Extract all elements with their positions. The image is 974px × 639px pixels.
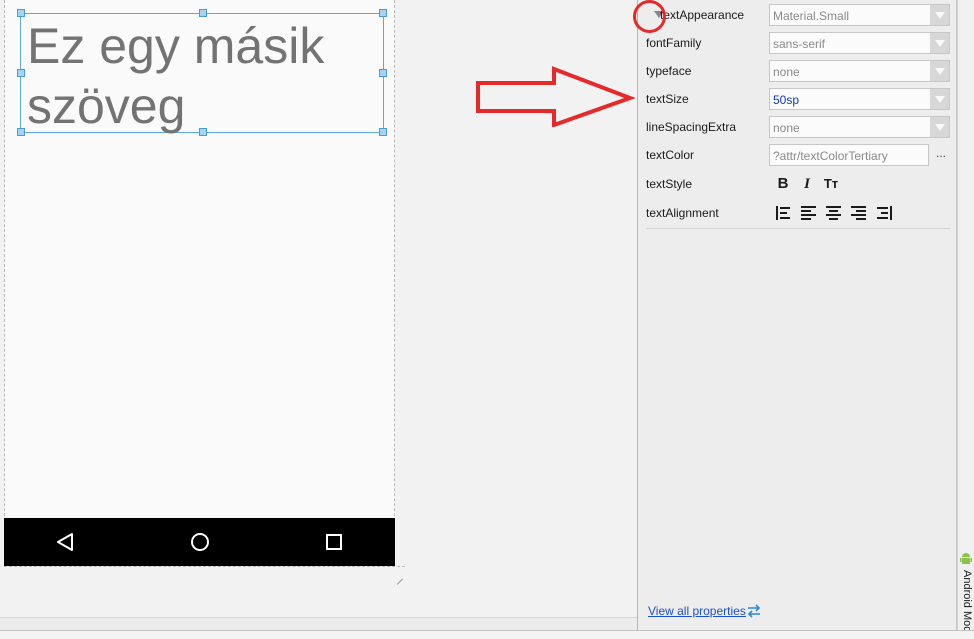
property-label: textColor [646, 148, 695, 162]
textcolor-field[interactable]: ?attr/textColorTertiary [769, 144, 929, 166]
swap-arrows-icon[interactable] [746, 604, 762, 618]
chevron-down-icon[interactable] [930, 89, 949, 109]
right-tool-strip [957, 0, 974, 639]
chevron-down-icon[interactable] [930, 61, 949, 81]
chevron-down-icon[interactable] [930, 117, 949, 137]
textview-content: Ez egy másik szöveg [27, 18, 325, 134]
selected-textview[interactable]: Ez egy másik szöveg [17, 9, 387, 136]
property-label: textAlignment [646, 206, 719, 220]
chevron-down-icon[interactable] [930, 5, 949, 25]
device-preview: Ez egy másik szöveg [4, 0, 395, 566]
fontfamily-dropdown[interactable]: sans-serif [769, 32, 950, 54]
align-right-icon[interactable] [851, 206, 867, 220]
recents-icon[interactable] [314, 518, 354, 566]
property-row-textappearance: textAppearance Material.Small [646, 1, 950, 29]
resize-handle-bottom[interactable] [199, 128, 207, 136]
properties-panel: textAppearance Material.Small fontFamily… [637, 0, 957, 630]
property-row-textsize: textSize 50sp [646, 85, 950, 113]
android-navigation-bar [4, 518, 395, 566]
dropdown-value: none [773, 65, 800, 79]
textcolor-more-button[interactable]: ... [936, 146, 946, 160]
back-icon[interactable] [46, 518, 86, 566]
typeface-dropdown[interactable]: none [769, 60, 950, 82]
property-label: typeface [646, 64, 692, 78]
align-end-icon[interactable] [876, 206, 892, 220]
home-icon[interactable] [180, 518, 220, 566]
dropdown-value: none [773, 121, 800, 135]
resize-handle-right[interactable] [379, 69, 387, 77]
align-left-icon[interactable] [801, 206, 817, 220]
dropdown-value: sans-serif [773, 37, 826, 51]
property-label: textAppearance [660, 8, 745, 22]
dropdown-value: Material.Small [773, 9, 850, 23]
italic-icon[interactable]: I [798, 175, 816, 193]
property-row-textalignment: textAlignment [646, 199, 950, 227]
textsize-dropdown[interactable]: 50sp [769, 88, 950, 110]
resize-handle-top-left[interactable] [17, 9, 25, 17]
property-label: lineSpacingExtra [646, 120, 737, 134]
property-label: textStyle [646, 177, 693, 191]
resize-handle-top[interactable] [199, 9, 207, 17]
property-row-textstyle: textStyle B I Tт [646, 170, 950, 198]
property-label: fontFamily [646, 36, 702, 50]
textappearance-dropdown[interactable]: Material.Small [769, 4, 950, 26]
align-start-icon[interactable] [776, 206, 792, 220]
property-row-textcolor: textColor ?attr/textColorTertiary ... [646, 141, 950, 169]
bottom-status-strip [0, 630, 974, 639]
android-icon [960, 553, 972, 564]
property-row-fontfamily: fontFamily sans-serif [646, 29, 950, 57]
field-value: ?attr/textColorTertiary [773, 149, 888, 163]
bold-icon[interactable]: B [774, 175, 792, 193]
view-all-properties-link[interactable]: View all properties [648, 604, 746, 618]
resize-handle-bottom-right[interactable] [379, 128, 387, 136]
device-outline [4, 566, 405, 567]
android-studio-layout-editor: Ez egy másik szöveg textAppearance Mater… [0, 0, 974, 639]
android-model-tab[interactable]: Android Mod [961, 570, 973, 632]
divider [646, 228, 950, 229]
align-center-icon[interactable] [826, 206, 842, 220]
all-caps-icon[interactable]: Tт [822, 175, 840, 193]
annotation-arrow-icon [476, 66, 635, 127]
property-row-linespacingextra: lineSpacingExtra none [646, 113, 950, 141]
property-row-typeface: typeface none [646, 57, 950, 85]
linespacingextra-dropdown[interactable]: none [769, 116, 950, 138]
device-resize-corner[interactable] [397, 578, 405, 586]
property-label: textSize [646, 92, 689, 106]
resize-handle-top-right[interactable] [379, 9, 387, 17]
annotation-circle [633, 0, 666, 33]
dropdown-value: 50sp [773, 93, 800, 107]
resize-handle-bottom-left[interactable] [17, 128, 25, 136]
resize-handle-left[interactable] [17, 69, 25, 77]
chevron-down-icon[interactable] [930, 33, 949, 53]
